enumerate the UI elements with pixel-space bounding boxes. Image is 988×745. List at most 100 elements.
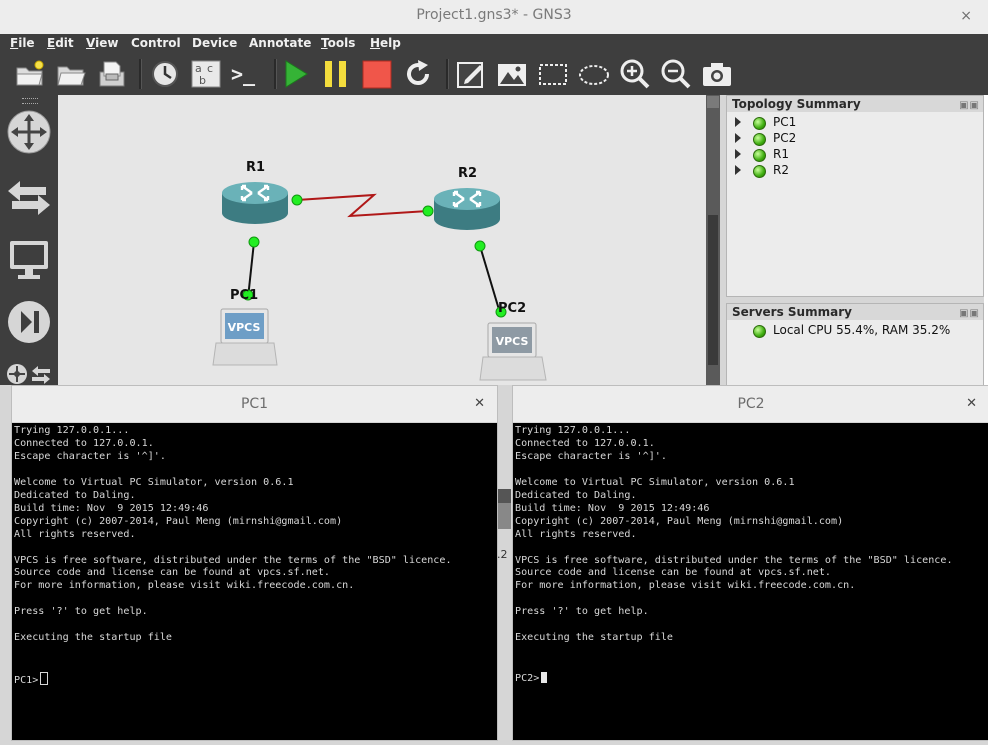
node-label-r2: R2 <box>458 166 478 181</box>
screenshot-icon[interactable] <box>701 58 733 90</box>
start-icon[interactable] <box>280 58 312 90</box>
console-close-button[interactable]: ✕ <box>474 396 485 411</box>
node-label-pc2: PC2 <box>498 301 527 316</box>
topology-canvas[interactable]: VPCS VPCS R1 R2 PC1 PC2 <box>58 95 706 385</box>
zoom-in-icon[interactable] <box>619 58 651 90</box>
menu-edit[interactable]: Edit <box>47 36 74 50</box>
expand-arrow-icon[interactable] <box>735 133 741 143</box>
scroll-up-button[interactable] <box>707 96 719 108</box>
window-close-button[interactable]: × <box>960 8 972 24</box>
link-status-dot <box>474 240 486 252</box>
background-scrollbar-fragment <box>497 503 511 529</box>
panel-float-close-icons[interactable]: ▣▣ <box>959 306 980 322</box>
servers-summary-header: Servers Summary ▣▣ <box>727 304 983 320</box>
menu-bar: File Edit View Control Device Annotate T… <box>0 34 988 53</box>
background-gap: .2 <box>497 385 512 745</box>
terminal-cursor <box>541 672 548 683</box>
console-close-button[interactable]: ✕ <box>966 396 977 411</box>
terminal-output: Trying 127.0.0.1... Connected to 127.0.0… <box>14 425 452 644</box>
servers-summary-panel: Servers Summary ▣▣ Local CPU 55.4%, RAM … <box>726 303 984 387</box>
terminal-output: Trying 127.0.0.1... Connected to 127.0.0… <box>515 425 953 644</box>
background-window-edge <box>984 95 988 385</box>
console-window-pc2[interactable]: PC2 ✕ Trying 127.0.0.1... Connected to 1… <box>512 385 988 741</box>
save-project-icon[interactable] <box>96 58 128 90</box>
switch-category-icon[interactable] <box>6 175 52 221</box>
end-device-category-icon[interactable] <box>6 237 52 283</box>
reload-icon[interactable] <box>402 58 434 90</box>
terminal-prompt[interactable]: PC1> <box>14 672 49 686</box>
terminal-cursor <box>40 672 49 685</box>
window-title: Project1.gns3* - GNS3 <box>416 7 572 23</box>
console-titlebar: PC2 ✕ <box>513 386 988 423</box>
panel-float-close-icons[interactable]: ▣▣ <box>959 98 980 114</box>
stop-icon[interactable] <box>361 58 393 90</box>
console-icon[interactable]: >_ <box>231 58 263 90</box>
device-toolbar <box>0 95 58 385</box>
node-label-pc1: PC1 <box>230 288 259 303</box>
ethernet-link-r2-pc2 <box>479 245 501 314</box>
pc2-screen-label: VPCS <box>496 335 529 348</box>
expand-arrow-icon[interactable] <box>735 165 741 175</box>
toolbar-separator <box>139 59 142 89</box>
add-link-icon[interactable] <box>30 363 52 385</box>
node-label-r1: R1 <box>246 160 266 175</box>
svg-text:c: c <box>207 62 213 75</box>
topology-summary-panel: Topology Summary ▣▣ PC1 PC2 R1 R2 <box>726 95 984 297</box>
window-titlebar: Project1.gns3* - GNS3 × <box>0 0 988 35</box>
status-led-icon <box>753 133 766 146</box>
status-led-icon <box>753 149 766 162</box>
expand-arrow-icon[interactable] <box>735 149 741 159</box>
canvas-vertical-scrollbar[interactable] <box>706 95 720 385</box>
router-r1[interactable] <box>222 182 288 224</box>
link-status-dot <box>248 236 260 248</box>
topology-summary-header: Topology Summary ▣▣ <box>727 96 983 112</box>
toolbar-separator <box>274 59 277 89</box>
console-title: PC1 <box>240 396 269 412</box>
serial-link-r1-r2 <box>296 193 429 218</box>
security-device-category-icon[interactable] <box>6 299 52 345</box>
terminal-area[interactable]: Trying 127.0.0.1... Connected to 127.0.0… <box>12 423 497 740</box>
status-led-icon <box>753 117 766 130</box>
menu-tools[interactable]: Tools <box>321 36 355 50</box>
terminal-prompt[interactable]: PC2> <box>515 672 548 684</box>
grip-handle[interactable] <box>22 98 38 104</box>
vpcs-pc1[interactable]: VPCS <box>212 308 278 366</box>
scrollbar-thumb[interactable] <box>708 215 718 365</box>
insert-image-icon[interactable] <box>496 58 528 90</box>
toolbar-separator <box>446 59 449 89</box>
link-status-dot <box>291 194 303 206</box>
draw-rectangle-icon[interactable] <box>537 58 569 90</box>
open-project-icon[interactable] <box>55 58 87 90</box>
zoom-out-icon[interactable] <box>660 58 692 90</box>
console-title: PC2 <box>737 396 765 412</box>
main-toolbar: a c b >_ <box>0 53 988 95</box>
vpcs-pc2[interactable]: VPCS <box>479 322 547 381</box>
svg-text:b: b <box>199 74 206 87</box>
topology-summary-title: Topology Summary <box>732 97 861 111</box>
menu-annotate[interactable]: Annotate <box>249 36 311 50</box>
console-window-pc1[interactable]: PC1 ✕ Trying 127.0.0.1... Connected to 1… <box>11 385 498 741</box>
menu-file[interactable]: File <box>10 36 35 50</box>
menu-control[interactable]: Control <box>131 36 181 50</box>
pc1-screen-label: VPCS <box>228 321 261 334</box>
show-labels-icon[interactable]: a c b <box>190 58 222 90</box>
link-status-dot <box>422 205 434 217</box>
draw-ellipse-icon[interactable] <box>578 58 610 90</box>
new-project-icon[interactable] <box>14 58 46 90</box>
menu-device[interactable]: Device <box>192 36 237 50</box>
background-text-fragment: .2 <box>497 548 508 561</box>
status-led-icon <box>753 165 766 178</box>
add-note-icon[interactable] <box>455 58 487 90</box>
console-titlebar: PC1 ✕ <box>12 386 497 423</box>
pause-icon[interactable] <box>320 58 352 90</box>
status-led-icon <box>753 325 766 338</box>
router-category-icon[interactable] <box>6 109 52 155</box>
all-devices-icon[interactable] <box>6 363 28 385</box>
router-r2[interactable] <box>434 188 500 230</box>
terminal-area[interactable]: Trying 127.0.0.1... Connected to 127.0.0… <box>513 423 988 740</box>
servers-summary-title: Servers Summary <box>732 305 852 319</box>
snapshot-clock-icon[interactable] <box>149 58 181 90</box>
menu-view[interactable]: View <box>86 36 118 50</box>
menu-help[interactable]: Help <box>370 36 401 50</box>
expand-arrow-icon[interactable] <box>735 117 741 127</box>
